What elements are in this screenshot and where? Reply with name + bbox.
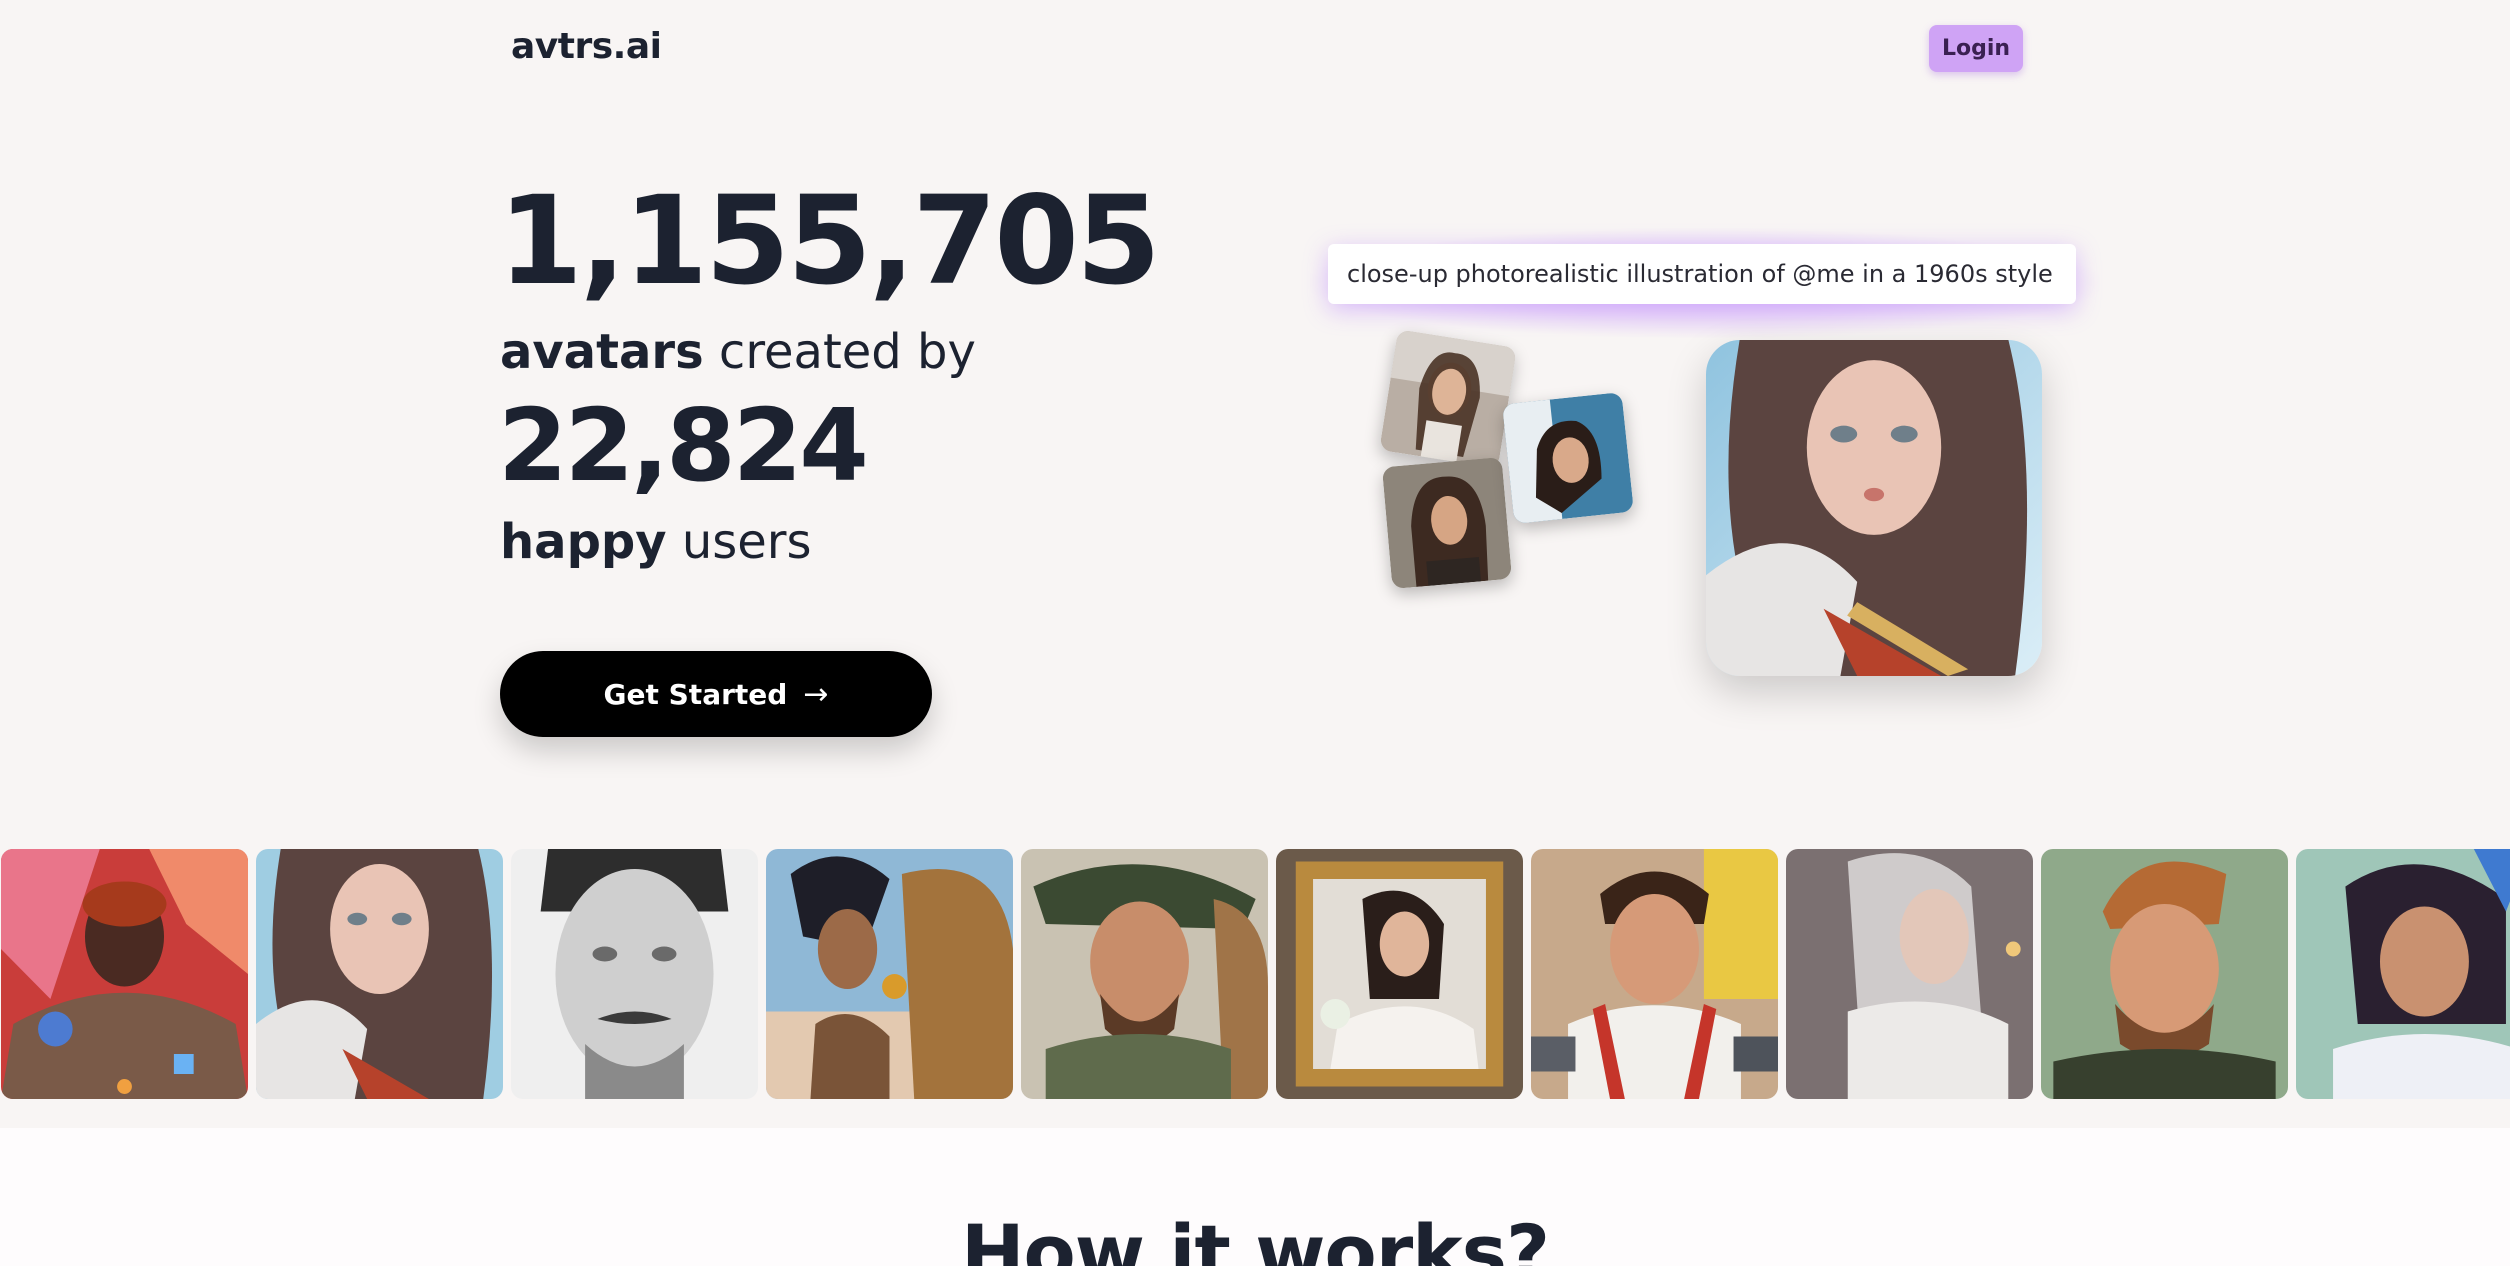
gallery-image-3 bbox=[511, 849, 758, 1099]
gallery-image-2 bbox=[256, 849, 503, 1099]
how-it-works-title: How it works? bbox=[960, 1208, 1550, 1266]
get-started-button[interactable]: Get Started → bbox=[500, 651, 932, 737]
users-caption-bold: happy bbox=[500, 514, 667, 570]
generated-avatar-preview bbox=[1706, 340, 2042, 676]
gallery-image-5 bbox=[1021, 849, 1268, 1099]
gallery-image-8 bbox=[1786, 849, 2033, 1099]
gallery-image-6 bbox=[1276, 849, 1523, 1099]
users-caption: happy users bbox=[500, 518, 812, 566]
input-photo-1 bbox=[1379, 329, 1517, 469]
users-count: 22,824 bbox=[498, 387, 869, 504]
gallery-image-9 bbox=[2041, 849, 2288, 1099]
gallery-image-10 bbox=[2296, 849, 2510, 1099]
arrow-right-icon: → bbox=[803, 676, 829, 712]
avatar-gallery bbox=[0, 849, 2510, 1099]
avatars-caption-bold: avatars bbox=[500, 324, 704, 380]
input-photo-3 bbox=[1502, 392, 1634, 524]
get-started-label: Get Started bbox=[603, 677, 788, 711]
login-button[interactable]: Login bbox=[1929, 25, 2023, 72]
avatars-caption-suffix: created by bbox=[718, 324, 976, 380]
gallery-image-1 bbox=[1, 849, 248, 1099]
gallery-image-4 bbox=[766, 849, 1013, 1099]
gallery-image-7 bbox=[1531, 849, 1778, 1099]
prompt-example: close-up photorealistic illustration of … bbox=[1328, 244, 2076, 304]
users-caption-suffix: users bbox=[681, 514, 812, 570]
input-photo-2 bbox=[1381, 457, 1513, 589]
avatars-count: 1,155,705 bbox=[498, 170, 1161, 312]
landing-page: avtrs.ai Login 1,155,705 avatars created… bbox=[0, 0, 2510, 1266]
site-logo[interactable]: avtrs.ai bbox=[511, 26, 662, 67]
avatars-caption: avatars created by bbox=[500, 328, 976, 376]
